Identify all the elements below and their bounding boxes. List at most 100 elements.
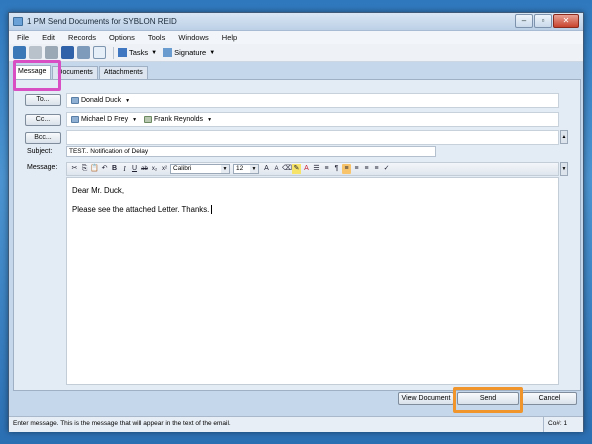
- status-text: Enter message. This is the message that …: [13, 420, 231, 427]
- recipient-name: Donald Duck: [81, 97, 122, 104]
- signature-dropdown[interactable]: Signature ▼: [163, 48, 215, 57]
- print-icon[interactable]: [45, 46, 58, 59]
- bcc-recipients-field[interactable]: [66, 130, 559, 145]
- clear-format-icon[interactable]: ⌫: [282, 164, 292, 174]
- editor-toolbar-overflow[interactable]: ▼: [560, 162, 568, 176]
- handshake-icon[interactable]: [29, 46, 42, 59]
- send-button[interactable]: Send: [457, 392, 519, 405]
- cut-icon[interactable]: ✂: [70, 164, 79, 174]
- status-bar: Enter message. This is the message that …: [9, 416, 583, 432]
- tab-documents[interactable]: Documents: [52, 66, 98, 79]
- justify-icon[interactable]: ≡: [372, 164, 381, 174]
- superscript-icon[interactable]: x²: [160, 164, 169, 174]
- window-controls: – ▫ ✕: [514, 14, 579, 28]
- toolbar-separator: [113, 46, 114, 59]
- cc-button[interactable]: Cc...: [25, 114, 61, 126]
- font-family-select[interactable]: Calibri ▼: [170, 164, 230, 174]
- chevron-down-icon[interactable]: ▼: [125, 98, 130, 104]
- message-line: Please see the attached Letter. Thanks.: [72, 205, 553, 215]
- recipient-chip[interactable]: Donald Duck ▼: [71, 97, 130, 104]
- bullet-list-icon[interactable]: ☰: [312, 164, 321, 174]
- underline-icon[interactable]: U: [130, 164, 139, 174]
- edit-document-icon[interactable]: [13, 46, 26, 59]
- tasks-flag-icon: [118, 48, 127, 57]
- signature-label: Signature: [174, 48, 207, 57]
- save-icon[interactable]: [61, 46, 74, 59]
- font-color-icon[interactable]: A: [302, 164, 311, 174]
- contact-group-icon: [144, 116, 153, 123]
- close-button[interactable]: ✕: [553, 14, 579, 28]
- message-editor[interactable]: Dear Mr. Duck, Please see the attached L…: [66, 177, 559, 385]
- grow-font-icon[interactable]: A: [262, 164, 271, 174]
- document-icon[interactable]: [93, 46, 106, 59]
- send-documents-window: 1 PM Send Documents for SYBLON REID – ▫ …: [8, 12, 584, 432]
- bcc-scroll-arrows[interactable]: ▲: [560, 130, 568, 144]
- subscript-icon[interactable]: x₂: [150, 164, 159, 174]
- formatting-toolbar: ✂ ⎘ 📋 ↶ B I U ab x₂ x² Calibri ▼ 12 ▼ A …: [66, 162, 559, 176]
- align-left-icon[interactable]: ≡: [342, 164, 351, 174]
- tab-message[interactable]: Message: [13, 65, 52, 79]
- recipient-chip[interactable]: Michael D Frey ▼: [71, 116, 137, 123]
- menu-file[interactable]: File: [17, 33, 29, 42]
- chevron-down-icon: ▼: [250, 165, 258, 173]
- paragraph-icon[interactable]: ¶: [332, 164, 341, 174]
- message-line-text: Please see the attached Letter. Thanks.: [72, 205, 210, 214]
- strikethrough-icon[interactable]: ab: [140, 164, 149, 174]
- cc-recipients-field[interactable]: Michael D Frey ▼ Frank Reynolds ▼: [66, 112, 559, 127]
- menu-records[interactable]: Records: [68, 33, 96, 42]
- copy-icon[interactable]: ⎘: [80, 164, 89, 174]
- font-size-select[interactable]: 12 ▼: [233, 164, 259, 174]
- highlight-color-icon[interactable]: ✎: [292, 164, 301, 174]
- recipient-chip[interactable]: Frank Reynolds ▼: [144, 116, 212, 123]
- menu-tools[interactable]: Tools: [148, 33, 166, 42]
- view-document-button[interactable]: View Document: [398, 392, 454, 405]
- tab-strip: Message Documents Attachments: [13, 65, 149, 79]
- window-title: 1 PM Send Documents for SYBLON REID: [27, 17, 177, 26]
- shrink-font-icon[interactable]: A: [272, 164, 281, 174]
- contact-icon: [71, 116, 79, 123]
- tasks-label: Tasks: [129, 48, 149, 57]
- contact-icon: [71, 97, 79, 104]
- message-label: Message:: [27, 164, 58, 171]
- paste-icon[interactable]: 📋: [90, 164, 99, 174]
- chevron-down-icon: ▼: [209, 49, 216, 56]
- message-greeting: Dear Mr. Duck,: [72, 186, 124, 195]
- chevron-down-icon[interactable]: ▼: [132, 117, 137, 123]
- undo-icon[interactable]: ↶: [100, 164, 109, 174]
- font-size-value: 12: [236, 165, 244, 172]
- subject-input[interactable]: TEST.. Notification of Delay: [66, 146, 436, 157]
- paperclip-icon[interactable]: [77, 46, 90, 59]
- bold-icon[interactable]: B: [110, 164, 119, 174]
- chevron-down-icon[interactable]: ▼: [207, 117, 212, 123]
- recipient-name: Frank Reynolds: [154, 116, 204, 123]
- button-bar: View Document Send Cancel: [9, 391, 583, 416]
- italic-icon[interactable]: I: [120, 164, 129, 174]
- maximize-button[interactable]: ▫: [534, 14, 552, 28]
- to-recipients-field[interactable]: Donald Duck ▼: [66, 93, 559, 108]
- menu-edit[interactable]: Edit: [42, 33, 55, 42]
- tab-attachments[interactable]: Attachments: [98, 66, 148, 79]
- signature-pen-icon: [163, 48, 173, 57]
- status-position: Co#: 1: [543, 417, 583, 432]
- recipient-name: Michael D Frey: [81, 116, 129, 123]
- title-bar: 1 PM Send Documents for SYBLON REID – ▫ …: [9, 13, 583, 31]
- text-cursor: [211, 205, 213, 215]
- menu-windows[interactable]: Windows: [178, 33, 208, 42]
- tasks-dropdown[interactable]: Tasks ▼: [118, 48, 157, 57]
- menu-options[interactable]: Options: [109, 33, 135, 42]
- menu-bar: File Edit Records Options Tools Windows …: [9, 31, 583, 44]
- chevron-down-icon: ▼: [221, 165, 229, 173]
- align-center-icon[interactable]: ≡: [352, 164, 361, 174]
- app-icon: [13, 17, 23, 26]
- align-right-icon[interactable]: ≡: [362, 164, 371, 174]
- message-panel: To... Donald Duck ▼ Cc... Michael D Frey…: [13, 79, 581, 391]
- bcc-button[interactable]: Bcc...: [25, 132, 61, 144]
- numbered-list-icon[interactable]: ≡: [322, 164, 331, 174]
- spellcheck-icon[interactable]: ✓: [382, 164, 391, 174]
- minimize-button[interactable]: –: [515, 14, 533, 28]
- main-toolbar: Tasks ▼ Signature ▼: [9, 44, 583, 62]
- to-button[interactable]: To...: [25, 94, 61, 106]
- cancel-button[interactable]: Cancel: [522, 392, 577, 405]
- menu-help[interactable]: Help: [222, 33, 237, 42]
- chevron-down-icon: ▼: [151, 49, 158, 56]
